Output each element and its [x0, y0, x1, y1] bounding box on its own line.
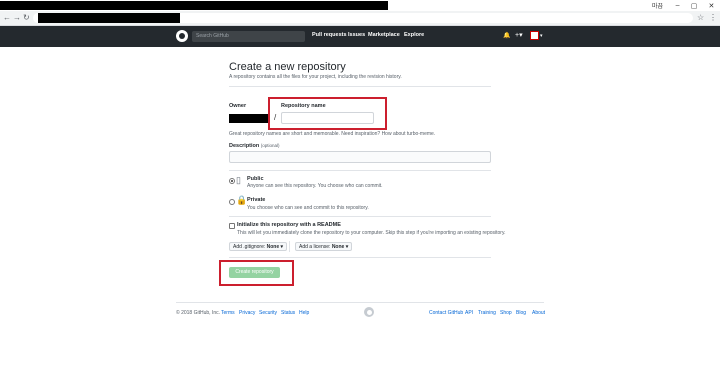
maximize-icon[interactable]: ▢: [691, 2, 698, 10]
avatar-caret-icon[interactable]: ▾: [540, 33, 543, 39]
nav-issues[interactable]: Issues: [348, 32, 365, 38]
repo-name-label: Repository name: [281, 103, 326, 109]
nav-pull-requests[interactable]: Pull requests: [312, 32, 347, 38]
create-repository-button[interactable]: Create repository: [229, 267, 280, 278]
browser-menu-icon[interactable]: ⋮: [709, 13, 717, 22]
divider: [229, 170, 491, 171]
description-label-text: Description: [229, 143, 260, 149]
redacted-tab-title: [0, 1, 388, 10]
search-input[interactable]: Search GitHub: [192, 31, 305, 42]
readme-label: Initialize this repository with a README: [237, 222, 341, 228]
repo-name-input[interactable]: [281, 112, 374, 124]
page-subtitle: A repository contains all the files for …: [229, 74, 402, 80]
footer-link-blog[interactable]: Blog: [516, 310, 526, 316]
redacted-url: [38, 13, 180, 23]
notifications-bell-icon[interactable]: 🔔: [503, 32, 510, 39]
footer-link-api[interactable]: API: [465, 310, 473, 316]
public-description: Anyone can see this repository. You choo…: [247, 183, 383, 189]
reload-icon[interactable]: ↻: [23, 13, 30, 22]
public-title: Public: [247, 176, 264, 182]
divider: [229, 257, 491, 258]
divider: [229, 86, 491, 87]
private-radio[interactable]: [229, 199, 235, 205]
owner-label: Owner: [229, 103, 247, 109]
license-value: None ▾: [331, 244, 349, 250]
forward-icon[interactable]: →: [13, 13, 21, 22]
readme-description: This will let you immediately clone the …: [237, 230, 506, 236]
description-input[interactable]: [229, 151, 491, 163]
divider: [229, 216, 491, 217]
lock-icon: 🔒: [236, 195, 248, 205]
license-dropdown[interactable]: Add a license: None ▾: [295, 242, 353, 251]
back-icon[interactable]: ←: [3, 13, 11, 22]
footer-link-help[interactable]: Help: [299, 310, 309, 316]
window-controls: – ▢ ✕: [670, 0, 720, 11]
footer-link-shop[interactable]: Shop: [500, 310, 512, 316]
private-title: Private: [247, 197, 266, 203]
readme-checkbox[interactable]: [229, 223, 235, 229]
avatar[interactable]: [530, 31, 539, 40]
footer-link-contact[interactable]: Contact GitHub: [429, 310, 463, 316]
repo-book-icon: ▯: [236, 175, 241, 185]
create-new-dropdown-icon[interactable]: +▾: [515, 31, 523, 39]
footer-link-security[interactable]: Security: [259, 310, 277, 316]
gitignore-label: Add .gitignore:: [233, 244, 266, 250]
footer-link-status[interactable]: Status: [281, 310, 295, 316]
private-description: You choose who can see and commit to thi…: [247, 205, 369, 211]
nav-marketplace[interactable]: Marketplace: [368, 32, 400, 38]
minimize-icon[interactable]: –: [676, 2, 680, 9]
license-label: Add a license:: [299, 244, 331, 250]
page-title: Create a new repository: [229, 61, 346, 73]
footer-link-privacy[interactable]: Privacy: [239, 310, 255, 316]
nav-explore[interactable]: Explore: [404, 32, 424, 38]
public-radio[interactable]: [229, 178, 235, 184]
bookmark-star-icon[interactable]: ☆: [697, 13, 704, 22]
browser-user-label: 마끕: [652, 4, 664, 10]
description-label: Description (optional): [229, 143, 280, 149]
github-logo-icon[interactable]: [176, 30, 188, 42]
gitignore-value: None ▾: [266, 244, 284, 250]
description-optional: (optional): [260, 143, 280, 148]
close-icon[interactable]: ✕: [709, 2, 715, 10]
gitignore-dropdown[interactable]: Add .gitignore: None ▾: [229, 242, 288, 251]
footer-copyright: © 2018 GitHub, Inc.: [176, 310, 220, 316]
owner-select[interactable]: [229, 114, 270, 123]
footer-link-terms[interactable]: Terms: [221, 310, 235, 316]
dropdown-separator: [289, 241, 290, 252]
footer-link-about[interactable]: About: [532, 310, 545, 316]
footer-link-training[interactable]: Training: [478, 310, 496, 316]
github-footer-logo-icon[interactable]: [364, 307, 374, 317]
repo-name-hint: Great repository names are short and mem…: [229, 131, 436, 137]
footer-divider: [176, 302, 544, 303]
